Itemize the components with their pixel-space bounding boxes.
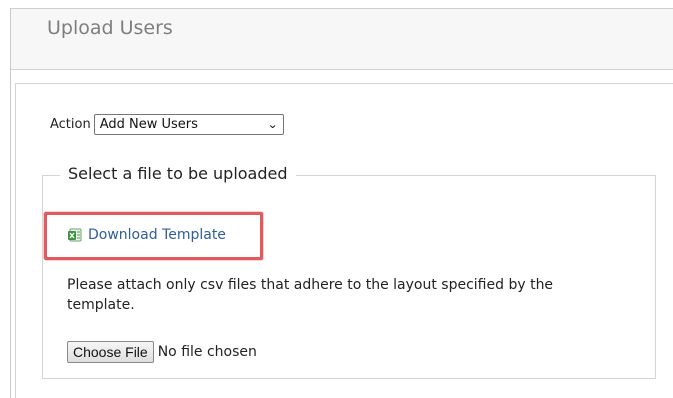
action-row: Action Add New Users ⌄: [50, 114, 284, 135]
file-upload-fieldset: Select a file to be uploaded Download Te…: [42, 164, 656, 379]
upload-instructions: Please attach only csv files that adhere…: [67, 277, 554, 313]
choose-file-button[interactable]: Choose File: [67, 341, 154, 363]
action-label: Action: [50, 117, 91, 132]
file-upload-legend: Select a file to be uploaded: [60, 164, 296, 183]
chevron-down-icon: ⌄: [266, 118, 278, 131]
page-title: Upload Users: [47, 17, 173, 39]
page-header: Upload Users: [11, 8, 673, 70]
action-select[interactable]: Add New Users ⌄: [93, 114, 284, 135]
excel-icon: [67, 227, 83, 243]
file-input-row: Choose File No file chosen: [67, 341, 257, 363]
action-selected-value: Add New Users: [99, 117, 198, 132]
download-template-label: Download Template: [88, 227, 226, 243]
file-status-text: No file chosen: [157, 344, 257, 360]
download-template-link[interactable]: Download Template: [67, 227, 226, 243]
upload-panel: Action Add New Users ⌄ Select a file to …: [15, 83, 673, 398]
page: Upload Users Action Add New Users ⌄ Sele…: [0, 0, 673, 398]
